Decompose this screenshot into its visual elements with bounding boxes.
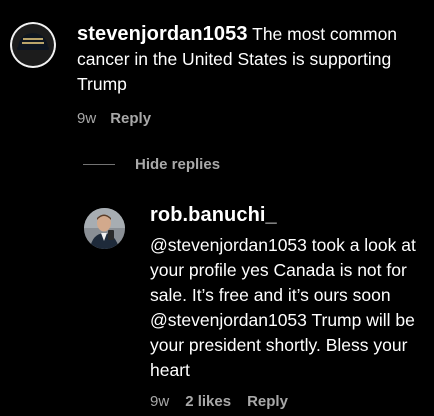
reply-avatar-image bbox=[84, 208, 125, 249]
reply-age: 9w bbox=[150, 393, 170, 410]
comment-text: stevenjordan1053 The most common cancer … bbox=[77, 22, 417, 97]
comment-age: 9w bbox=[77, 110, 97, 127]
comment-meta: 9w Reply bbox=[77, 110, 151, 127]
reply-meta: 9w 2 likes Reply bbox=[150, 393, 288, 410]
reply-reply-button[interactable]: Reply bbox=[247, 393, 288, 410]
hide-replies-label: Hide replies bbox=[135, 156, 221, 173]
avatar[interactable] bbox=[10, 22, 56, 68]
reply-button[interactable]: Reply bbox=[110, 110, 151, 127]
reply-text: @stevenjordan1053 took a look at your pr… bbox=[150, 235, 416, 380]
comment-body: stevenjordan1053 The most common cancer … bbox=[77, 22, 417, 127]
avatar-image bbox=[10, 22, 56, 68]
divider-line bbox=[83, 164, 115, 165]
reply-avatar[interactable] bbox=[84, 208, 125, 249]
comment-username[interactable]: stevenjordan1053 bbox=[77, 23, 248, 45]
reply-username-line: rob.banuchi_ bbox=[150, 204, 277, 227]
reply-likes[interactable]: 2 likes bbox=[185, 393, 231, 410]
reply-username[interactable]: rob.banuchi_ bbox=[150, 204, 277, 226]
hide-replies-button[interactable]: Hide replies bbox=[83, 156, 220, 173]
reply-body: @stevenjordan1053 took a look at your pr… bbox=[150, 233, 425, 383]
